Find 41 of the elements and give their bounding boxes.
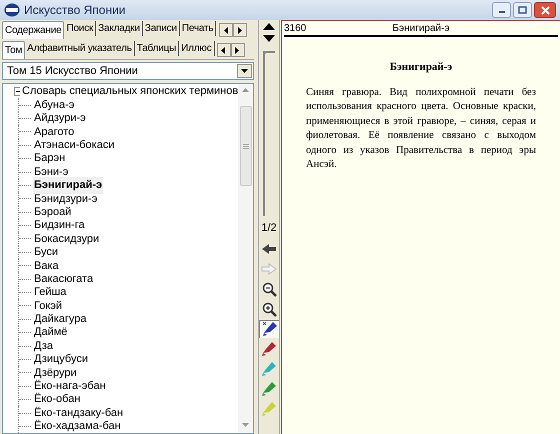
page-indicator: 1/2	[261, 221, 277, 236]
maximize-button[interactable]	[513, 2, 532, 18]
caret-right-icon	[235, 46, 240, 54]
caret-right-icon	[238, 26, 243, 34]
tab[interactable]: Иллюс	[179, 41, 215, 56]
tab[interactable]: Таблицы	[134, 41, 180, 56]
tab[interactable]: Закладки	[96, 21, 143, 36]
tab-scroll-left-button[interactable]	[219, 23, 234, 37]
tree-item[interactable]: Ёко-обан	[33, 391, 82, 408]
slider-thumb[interactable]	[263, 51, 275, 57]
tree-item[interactable]: Ёко-хадзама-бан	[33, 418, 122, 434]
collapse-icon[interactable]	[14, 87, 20, 96]
tab[interactable]: Печать	[180, 21, 216, 36]
tab-scroll-left-button[interactable]	[216, 43, 231, 57]
caret-left-icon	[221, 46, 226, 54]
article-title: Бэнигирай-э	[388, 60, 454, 75]
volume-select-value: Том 15 Искусство Японии	[6, 64, 139, 79]
minimize-button[interactable]	[492, 2, 511, 18]
tab-scroll-right-button[interactable]	[233, 23, 248, 37]
tab[interactable]: Содержание	[2, 21, 64, 39]
scroll-down-button[interactable]	[261, 33, 277, 43]
tab[interactable]: Том	[2, 41, 26, 59]
grip-icon	[242, 144, 249, 148]
app-logo-icon	[4, 3, 20, 17]
scroll-down-arrow-icon	[242, 423, 250, 428]
caret-left-icon	[224, 26, 229, 34]
window-title: Искусство Японии	[24, 2, 126, 19]
tree-item[interactable]: Бэнигирай-э	[33, 177, 104, 194]
close-button[interactable]	[534, 2, 556, 18]
scroll-up-button[interactable]	[261, 21, 277, 31]
tab[interactable]: Поиск	[64, 21, 96, 36]
page-header-title: Бэнигирай-э	[391, 22, 451, 36]
tab-scroll-right-button[interactable]	[230, 43, 245, 57]
close-icon	[540, 6, 550, 14]
scroll-up-arrow-icon	[242, 88, 250, 92]
maximize-icon	[518, 6, 527, 14]
volume-dropdown[interactable]: Том 15 Искусство Японии	[2, 62, 254, 80]
tab[interactable]: Записи	[142, 21, 180, 36]
article-text: Синяя гравюра. Вид полихромной печати без использования красного цвета. Основные краски, применяющиеся в этой гравюре, – синяя, серая и фиолетовая. Её появление связано с выходом одного из указов Правительства в период эры Ансэй.	[306, 86, 536, 172]
tab[interactable]: Алфавитный указатель	[25, 41, 135, 56]
page-number: 3160	[284, 22, 308, 36]
